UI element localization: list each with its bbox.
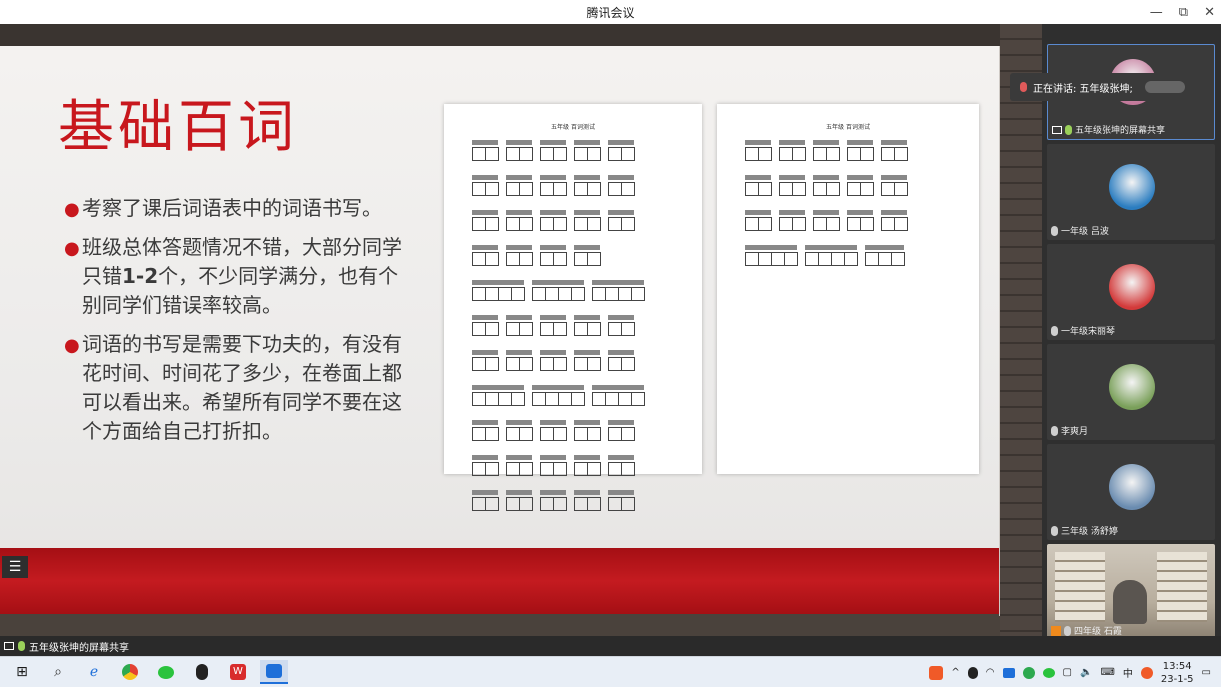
volume-icon[interactable]: 🔈 — [1080, 667, 1092, 678]
minimize-button[interactable]: — — [1150, 5, 1163, 20]
status-label: 五年级张坤的屏幕共享 — [29, 642, 129, 654]
tray-meeting-icon[interactable] — [1002, 667, 1015, 678]
mic-icon — [18, 641, 25, 651]
avatar — [1109, 364, 1155, 410]
sogou-ime-icon[interactable] — [929, 665, 944, 680]
participant-name: 一年级宋丽琴 — [1061, 327, 1116, 337]
person-silhouette — [1113, 580, 1147, 624]
bookshelf-right — [1157, 552, 1207, 622]
clock-time: 13:54 — [1162, 660, 1192, 672]
participant-tile-video[interactable]: 四年级 石霞 — [1047, 544, 1215, 640]
tray-app-icon[interactable] — [967, 666, 978, 679]
clock[interactable]: 13:54 23-1-5 — [1161, 660, 1194, 686]
tray-browser-icon[interactable] — [1022, 666, 1035, 679]
chrome-icon[interactable] — [116, 660, 144, 684]
taskbar: ⊞ ⌕ ℯ W ^ ◠ ▢ 🔈 ⌨ 中 13:54 23-1-5 ▭ — [0, 656, 1221, 687]
participant-name: 三年级 汤舒婷 — [1061, 527, 1118, 537]
close-button[interactable]: ✕ — [1204, 5, 1215, 20]
background-wall — [1000, 24, 1042, 636]
keyboard-icon[interactable]: ⌨ — [1100, 667, 1114, 678]
stage-top-band — [0, 24, 1042, 46]
mic-off-icon — [1051, 325, 1058, 336]
mic-off-icon — [1051, 425, 1058, 436]
speaking-text: 正在讲话: 五年级张坤; — [1033, 83, 1133, 95]
tray-chat-icon[interactable]: ▢ — [1063, 667, 1072, 678]
notification-icon[interactable]: ▭ — [1202, 667, 1211, 678]
wps-icon[interactable]: W — [224, 660, 252, 684]
wechat-icon[interactable] — [152, 660, 180, 684]
speaking-indicator: 正在讲话: 五年级张坤; — [1010, 73, 1205, 101]
participant-tile[interactable]: 李爽月 — [1047, 344, 1215, 440]
sogou-icon[interactable] — [1140, 666, 1153, 679]
clock-date: 23-1-5 — [1160, 673, 1194, 685]
search-icon[interactable]: ⌕ — [44, 660, 72, 684]
chevron-up-icon[interactable]: ^ — [951, 667, 959, 678]
participant-label: 一年级 吕波 — [1051, 224, 1109, 237]
avatar — [1109, 464, 1155, 510]
slide-frame — [0, 46, 1005, 616]
participant-tile[interactable]: 一年级宋丽琴 — [1047, 244, 1215, 340]
participant-label: 三年级 汤舒婷 — [1051, 524, 1118, 537]
participant-label: 五年级张坤的屏幕共享 — [1052, 123, 1165, 136]
screen-share-status: 五年级张坤的屏幕共享 — [0, 636, 1221, 656]
restore-button[interactable]: ⧉ — [1179, 5, 1188, 20]
speaker-avatar-blur — [1144, 81, 1185, 93]
window-title: 腾讯会议 — [586, 5, 635, 20]
participant-label: 李爽月 — [1051, 424, 1088, 437]
participant-tile[interactable]: 三年级 汤舒婷 — [1047, 444, 1215, 540]
participant-tile[interactable]: 一年级 吕波 — [1047, 144, 1215, 240]
bookshelf-left — [1055, 552, 1105, 622]
shared-screen: 基础百词 ● 考察了课后词语表中的词语书写。 ● 班级总体答题情况不错，大部分同… — [0, 24, 1042, 636]
system-tray: ^ ◠ ▢ 🔈 ⌨ 中 13:54 23-1-5 ▭ — [929, 657, 1221, 687]
avatar — [1109, 264, 1155, 310]
tray-wechat-icon[interactable] — [1042, 667, 1055, 678]
participant-name: 李爽月 — [1061, 427, 1089, 437]
mic-off-icon — [1051, 225, 1058, 236]
ime-mode-label[interactable]: 中 — [1123, 665, 1133, 680]
network-icon[interactable]: ◠ — [986, 667, 995, 678]
mic-off-icon — [1064, 625, 1071, 636]
qq-icon[interactable] — [188, 660, 216, 684]
window-controls: — ⧉ ✕ — [1150, 0, 1215, 24]
host-icon — [1051, 625, 1061, 636]
participants-panel: 五年级张坤的屏幕共享 一年级 吕波 一年级宋丽琴 李爽月 三年级 汤舒婷 四年级… — [1042, 24, 1221, 640]
tencent-meeting-icon[interactable] — [260, 660, 288, 684]
avatar — [1109, 164, 1155, 210]
title-bar: 腾讯会议 — ⧉ ✕ — [0, 0, 1221, 24]
edge-browser-icon[interactable]: ℯ — [80, 660, 108, 684]
participant-name: 一年级 吕波 — [1061, 227, 1109, 237]
screen-share-icon — [4, 642, 14, 650]
participant-name: 五年级张坤的屏幕共享 — [1075, 126, 1166, 136]
mic-off-icon — [1051, 525, 1058, 536]
mic-icon — [1065, 124, 1072, 135]
speaking-mic-icon — [1020, 82, 1027, 92]
screen-share-icon — [1052, 125, 1062, 134]
participant-label: 一年级宋丽琴 — [1051, 324, 1115, 337]
windows-start-icon[interactable]: ⊞ — [8, 660, 36, 684]
